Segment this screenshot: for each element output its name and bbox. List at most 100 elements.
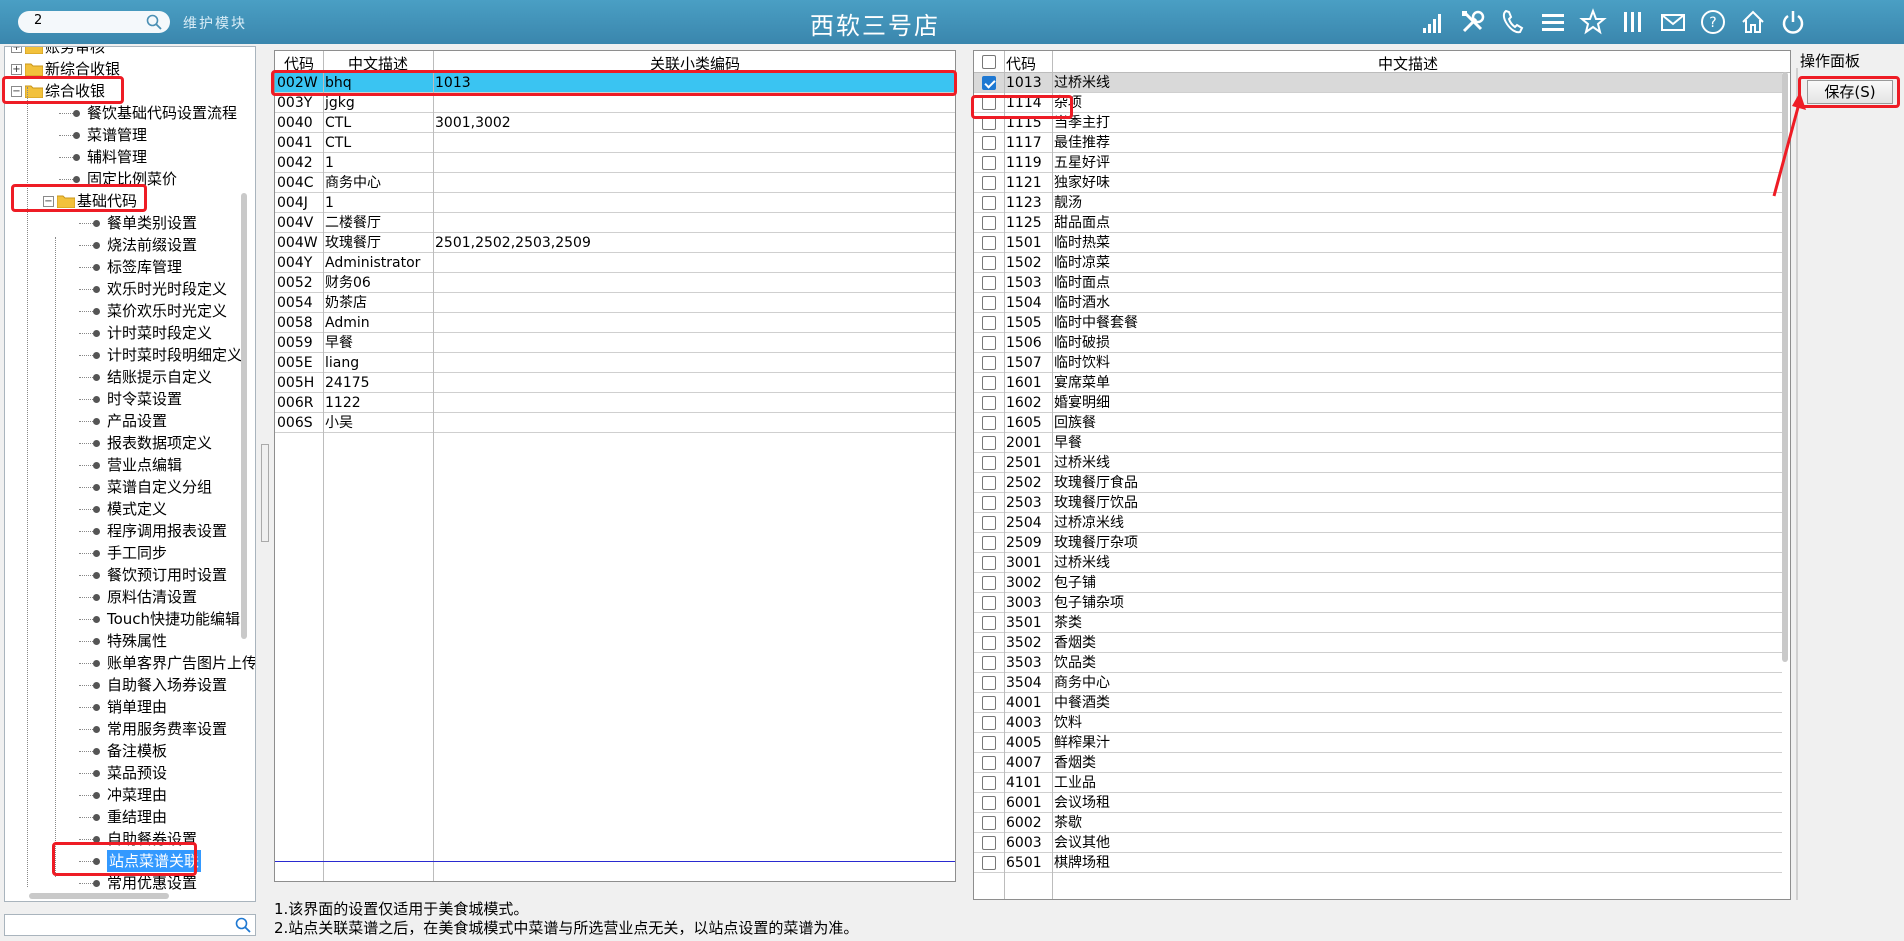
row-checkbox[interactable] <box>982 416 996 430</box>
row-checkbox[interactable] <box>982 396 996 410</box>
tree-item[interactable]: 辅料管理 <box>5 146 255 168</box>
tree-item[interactable]: 菜价欢乐时光定义 <box>5 300 255 322</box>
tree-item[interactable]: 餐单类别设置 <box>5 212 255 234</box>
station-row[interactable]: 0041 CTL <box>275 133 955 153</box>
category-row[interactable]: 1121 独家好味 <box>974 173 1782 193</box>
signal-icon[interactable] <box>1418 7 1448 37</box>
col-header-desc[interactable]: 中文描述 <box>1378 53 1438 74</box>
tree-item[interactable]: 菜谱管理 <box>5 124 255 146</box>
category-row[interactable]: 4003 饮料 <box>974 713 1782 733</box>
category-row[interactable]: 3003 包子铺杂项 <box>974 593 1782 613</box>
category-row[interactable]: 1503 临时面点 <box>974 273 1782 293</box>
category-row[interactable]: 1502 临时凉菜 <box>974 253 1782 273</box>
category-row[interactable]: 2503 玫瑰餐厅饮品 <box>974 493 1782 513</box>
tree-item[interactable]: 营业点编辑 <box>5 454 255 476</box>
category-row[interactable]: 4001 中餐酒类 <box>974 693 1782 713</box>
panel-splitter[interactable] <box>261 444 269 542</box>
home-icon[interactable] <box>1738 7 1768 37</box>
row-checkbox[interactable] <box>982 116 996 130</box>
tree-item[interactable]: 产品设置 <box>5 410 255 432</box>
tools-icon[interactable] <box>1458 7 1488 37</box>
station-row[interactable]: 0058 Admin <box>275 313 955 333</box>
row-checkbox[interactable] <box>982 796 996 810</box>
row-checkbox[interactable] <box>982 536 996 550</box>
row-checkbox[interactable] <box>982 156 996 170</box>
tree-item[interactable]: − 综合收银 <box>5 80 255 102</box>
tree-item[interactable]: 自助餐入场券设置 <box>5 674 255 696</box>
row-checkbox[interactable] <box>982 496 996 510</box>
tree-item[interactable]: 程序调用报表设置 <box>5 520 255 542</box>
category-row[interactable]: 3504 商务中心 <box>974 673 1782 693</box>
row-checkbox[interactable] <box>982 696 996 710</box>
station-row[interactable]: 006R 1122 <box>275 393 955 413</box>
category-row[interactable]: 1601 宴席菜单 <box>974 373 1782 393</box>
expander-icon[interactable]: − <box>43 196 54 207</box>
category-row[interactable]: 1117 最佳推荐 <box>974 133 1782 153</box>
tree-item[interactable]: 烧法前缀设置 <box>5 234 255 256</box>
row-checkbox[interactable] <box>982 836 996 850</box>
row-checkbox[interactable] <box>982 676 996 690</box>
station-row[interactable]: 003Y jgkg <box>275 93 955 113</box>
row-checkbox[interactable] <box>982 196 996 210</box>
row-checkbox[interactable] <box>982 276 996 290</box>
category-row[interactable]: 2504 过桥凉米线 <box>974 513 1782 533</box>
category-row[interactable]: 1013 过桥米线 <box>974 73 1782 93</box>
category-row[interactable]: 6001 会议场租 <box>974 793 1782 813</box>
station-row[interactable]: 004W 玫瑰餐厅 2501,2502,2503,2509 <box>275 233 955 253</box>
tree-item[interactable]: 餐饮基础代码设置流程 <box>5 102 255 124</box>
category-row[interactable]: 4005 鲜榨果汁 <box>974 733 1782 753</box>
row-checkbox[interactable] <box>982 436 996 450</box>
station-row[interactable]: 005E liang <box>275 353 955 373</box>
category-row[interactable]: 1507 临时饮料 <box>974 353 1782 373</box>
category-row[interactable]: 2509 玫瑰餐厅杂项 <box>974 533 1782 553</box>
tree-item[interactable]: 餐饮预订用时设置 <box>5 564 255 586</box>
tree-item[interactable]: 自助餐券设置 <box>5 828 255 850</box>
category-row[interactable]: 6501 棋牌场租 <box>974 853 1782 873</box>
tree-item[interactable]: 账单客界广告图片上传 <box>5 652 255 674</box>
tree-item[interactable]: 欢乐时光时段定义 <box>5 278 255 300</box>
row-checkbox[interactable] <box>982 636 996 650</box>
category-row[interactable]: 3501 茶类 <box>974 613 1782 633</box>
station-row[interactable]: 0052 财务06 <box>275 273 955 293</box>
tree-item[interactable]: 时令菜设置 <box>5 388 255 410</box>
station-row[interactable]: 006S 小吴 <box>275 413 955 433</box>
search-icon[interactable] <box>235 917 251 933</box>
row-checkbox[interactable] <box>982 356 996 370</box>
category-row[interactable]: 1506 临时破损 <box>974 333 1782 353</box>
category-row[interactable]: 1119 五星好评 <box>974 153 1782 173</box>
star-icon[interactable] <box>1578 7 1608 37</box>
columns-icon[interactable] <box>1618 7 1648 37</box>
station-row[interactable]: 0059 早餐 <box>275 333 955 353</box>
expander-icon[interactable]: − <box>11 86 22 97</box>
category-row[interactable]: 1115 当季主打 <box>974 113 1782 133</box>
category-row[interactable]: 4007 香烟类 <box>974 753 1782 773</box>
power-icon[interactable] <box>1778 7 1808 37</box>
row-checkbox[interactable] <box>982 456 996 470</box>
tree-item[interactable]: 重结理由 <box>5 806 255 828</box>
row-checkbox[interactable] <box>982 176 996 190</box>
station-row[interactable]: 004V 二楼餐厅 <box>275 213 955 233</box>
station-row[interactable]: 004J 1 <box>275 193 955 213</box>
col-header-code[interactable]: 代码 <box>275 53 323 74</box>
category-row[interactable]: 1125 甜品面点 <box>974 213 1782 233</box>
row-checkbox[interactable] <box>982 376 996 390</box>
col-header-desc[interactable]: 中文描述 <box>323 53 433 74</box>
tree-item[interactable]: + 新综合收银 <box>5 58 255 80</box>
tree-item[interactable]: + 账务审核 <box>5 47 255 58</box>
row-checkbox[interactable] <box>982 96 996 110</box>
row-checkbox[interactable] <box>982 736 996 750</box>
tree-scrollbar[interactable] <box>241 193 247 639</box>
category-row[interactable]: 1505 临时中餐套餐 <box>974 313 1782 333</box>
row-checkbox[interactable] <box>982 716 996 730</box>
row-checkbox[interactable] <box>982 236 996 250</box>
station-row[interactable]: 004C 商务中心 <box>275 173 955 193</box>
menu-icon[interactable] <box>1538 7 1568 37</box>
tree-item[interactable]: Touch快捷功能编辑 <box>5 608 255 630</box>
row-checkbox[interactable] <box>982 476 996 490</box>
category-row[interactable]: 1605 回族餐 <box>974 413 1782 433</box>
phone-icon[interactable] <box>1498 7 1528 37</box>
station-row[interactable]: 0042 1 <box>275 153 955 173</box>
category-row[interactable]: 1602 婚宴明细 <box>974 393 1782 413</box>
tree-search-input[interactable] <box>4 914 256 936</box>
category-row[interactable]: 4101 工业品 <box>974 773 1782 793</box>
